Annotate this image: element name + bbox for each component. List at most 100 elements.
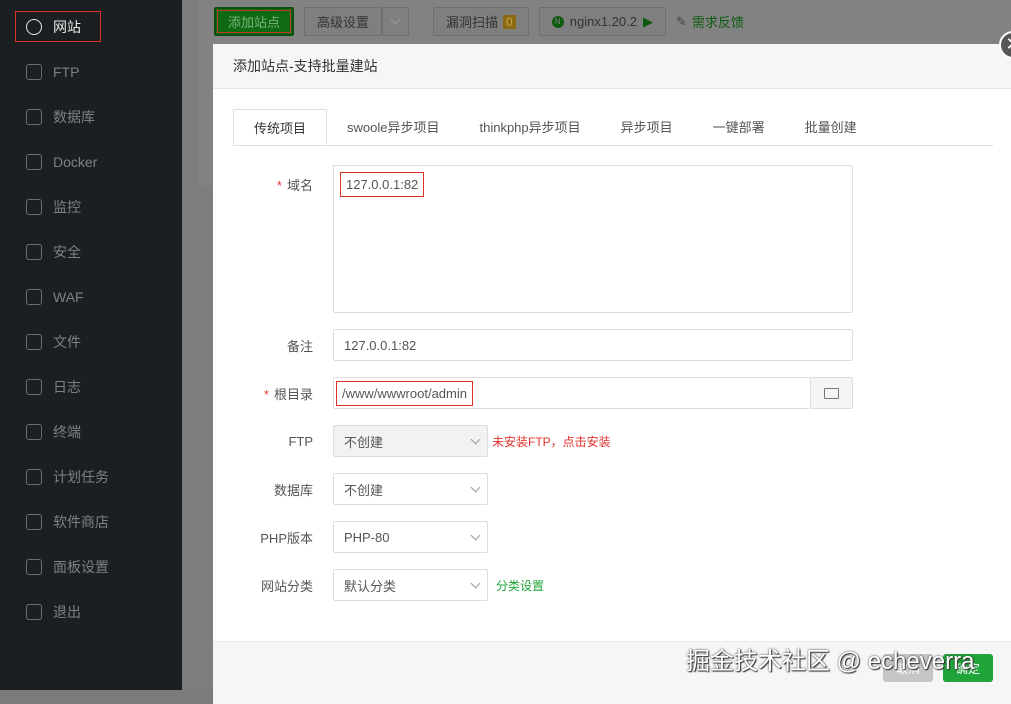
database-icon xyxy=(26,108,42,125)
sidebar-item-label: 监控 xyxy=(53,198,81,215)
required-mark: * xyxy=(263,386,269,402)
terminal-icon xyxy=(26,423,42,440)
add-site-dialog: 添加站点-支持批量建站 传统项目 swoole异步项目 thinkphp异步项目… xyxy=(213,44,1011,704)
sidebar-item[interactable]: FTP xyxy=(0,49,182,94)
sidebar: 网站 FTP 数据库 Docker 监控 安全 WAF 文件 日志 终端 计划任务 软件商店 面板设置退… xyxy=(0,0,182,690)
remark-input[interactable]: 127.0.0.1:82 xyxy=(333,329,853,361)
sidebar-item[interactable]: 日志 xyxy=(0,364,182,409)
chevron-down-icon xyxy=(470,482,481,492)
db-value: 不创建 xyxy=(344,482,384,498)
vuln-scan-button[interactable]: 漏洞扫描 0 xyxy=(433,7,529,36)
grid-icon xyxy=(26,513,42,530)
feedback-label: 需求反馈 xyxy=(691,15,744,30)
sidebar-item-label: Docker xyxy=(53,153,98,170)
tab-async[interactable]: 异步项目 xyxy=(601,109,693,145)
nginx-button[interactable]: Nnginx1.20.2 ▶ xyxy=(538,7,666,36)
sidebar-item-label: 终端 xyxy=(53,423,81,440)
sidebar-item[interactable]: 安全 xyxy=(0,229,182,274)
chart-icon xyxy=(26,198,42,215)
domain-label: 域名 xyxy=(286,178,313,193)
nginx-label: nginx1.20.2 xyxy=(569,14,637,29)
tab-traditional[interactable]: 传统项目 xyxy=(233,109,328,145)
feedback-icon: ✎ xyxy=(675,13,687,29)
tab-batch[interactable]: 批量创建 xyxy=(785,109,877,145)
category-settings-link[interactable]: 分类设置 xyxy=(496,577,544,594)
sidebar-item[interactable]: Docker xyxy=(0,139,182,184)
chevron-down-icon xyxy=(470,530,481,540)
remark-row: 备注 127.0.0.1:82 xyxy=(213,329,853,361)
ftp-select[interactable]: 不创建 xyxy=(333,425,488,457)
php-label: PHP版本 xyxy=(260,530,313,546)
logout-icon xyxy=(26,603,42,620)
root-row: * 根目录 /www/wwwroot/admin xyxy=(213,377,853,409)
nginx-icon: N xyxy=(551,15,564,28)
scan-label: 漏洞扫描 xyxy=(446,15,499,30)
advanced-dropdown-button[interactable] xyxy=(382,7,410,36)
tab-thinkphp[interactable]: thinkphp异步项目 xyxy=(459,109,600,145)
sidebar-item[interactable]: 计划任务 xyxy=(0,454,182,499)
folder-picker-button[interactable] xyxy=(810,377,853,409)
required-mark: * xyxy=(276,178,282,193)
folder-icon xyxy=(26,333,42,350)
add-site-button[interactable]: 添加站点 xyxy=(214,7,295,36)
advanced-group: 高级设置 xyxy=(304,7,410,36)
chevron-down-icon xyxy=(470,434,481,444)
db-select[interactable]: 不创建 xyxy=(333,473,488,505)
php-row: PHP版本 PHP-80 xyxy=(213,521,488,553)
feedback-link[interactable]: ✎ 需求反馈 xyxy=(676,12,744,31)
category-value: 默认分类 xyxy=(344,578,397,594)
php-select[interactable]: PHP-80 xyxy=(333,521,488,553)
sidebar-item-label: 退出 xyxy=(53,603,81,620)
sidebar-item-label: 软件商店 xyxy=(53,513,109,530)
sidebar-item[interactable]: 终端 xyxy=(0,409,182,454)
watermark: 掘金技术社区 @ echeverra xyxy=(686,648,975,675)
sidebar-item-label: 面板设置 xyxy=(53,558,109,575)
sidebar-item[interactable]: 数据库 xyxy=(0,94,182,139)
domain-row: * 域名 127.0.0.1:82 xyxy=(213,165,853,313)
ftp-row: FTP 不创建 未安装FTP，点击安装 xyxy=(213,425,611,457)
shield-icon xyxy=(26,288,42,305)
php-value: PHP-80 xyxy=(344,529,390,545)
sidebar-item[interactable]: 监控 xyxy=(0,184,182,229)
category-select[interactable]: 默认分类 xyxy=(333,569,488,601)
tabs: 传统项目 swoole异步项目 thinkphp异步项目 异步项目 一键部署 批… xyxy=(233,109,993,146)
sidebar-item[interactable]: 软件商店 xyxy=(0,499,182,544)
sidebar-item-label: WAF xyxy=(53,288,84,305)
sidebar-item[interactable]: WAF xyxy=(0,274,182,319)
log-icon xyxy=(26,378,42,395)
shield-icon xyxy=(26,243,42,260)
domain-value: 127.0.0.1:82 xyxy=(340,172,425,197)
db-row: 数据库 不创建 xyxy=(213,473,488,505)
docker-icon xyxy=(26,153,42,170)
sidebar-item[interactable]: 退出 xyxy=(0,589,182,634)
category-row: 网站分类 默认分类 分类设置 xyxy=(213,569,544,601)
sidebar-item[interactable]: 面板设置 xyxy=(0,544,182,589)
sidebar-item-label: 文件 xyxy=(53,333,81,350)
ftp-label: FTP xyxy=(288,433,313,449)
sidebar-item-label: FTP xyxy=(53,63,80,80)
category-label: 网站分类 xyxy=(260,578,313,594)
tab-swoole[interactable]: swoole异步项目 xyxy=(327,109,459,145)
sidebar-item-label: 日志 xyxy=(53,378,81,395)
db-label: 数据库 xyxy=(273,482,313,498)
tab-one-click[interactable]: 一键部署 xyxy=(693,109,785,145)
sidebar-item-label: 数据库 xyxy=(53,108,95,125)
dialog-title: 添加站点-支持批量建站 xyxy=(213,44,1011,89)
root-label: 根目录 xyxy=(273,386,313,402)
sidebar-item[interactable]: 文件 xyxy=(0,319,182,364)
sidebar-item-label: 安全 xyxy=(53,243,81,260)
domain-textarea[interactable]: 127.0.0.1:82 xyxy=(333,165,853,313)
root-value: /www/wwwroot/admin xyxy=(336,380,473,406)
chevron-down-icon xyxy=(470,578,481,588)
sidebar-item-label: 计划任务 xyxy=(53,468,109,485)
ftp-install-link[interactable]: 未安装FTP，点击安装 xyxy=(492,433,611,450)
calendar-icon xyxy=(26,468,42,485)
root-input[interactable]: /www/wwwroot/admin xyxy=(333,377,810,409)
scan-count-badge: 0 xyxy=(503,14,516,29)
folder-icon xyxy=(824,387,839,399)
remark-label: 备注 xyxy=(286,338,313,354)
highlight-box xyxy=(15,11,101,42)
toolbar: 添加站点 高级设置 漏洞扫描 0 Nnginx1.20.2 ▶ ✎ 需求反馈 xyxy=(214,7,744,36)
ftp-value: 不创建 xyxy=(344,434,384,450)
advanced-settings-button[interactable]: 高级设置 xyxy=(304,7,383,36)
